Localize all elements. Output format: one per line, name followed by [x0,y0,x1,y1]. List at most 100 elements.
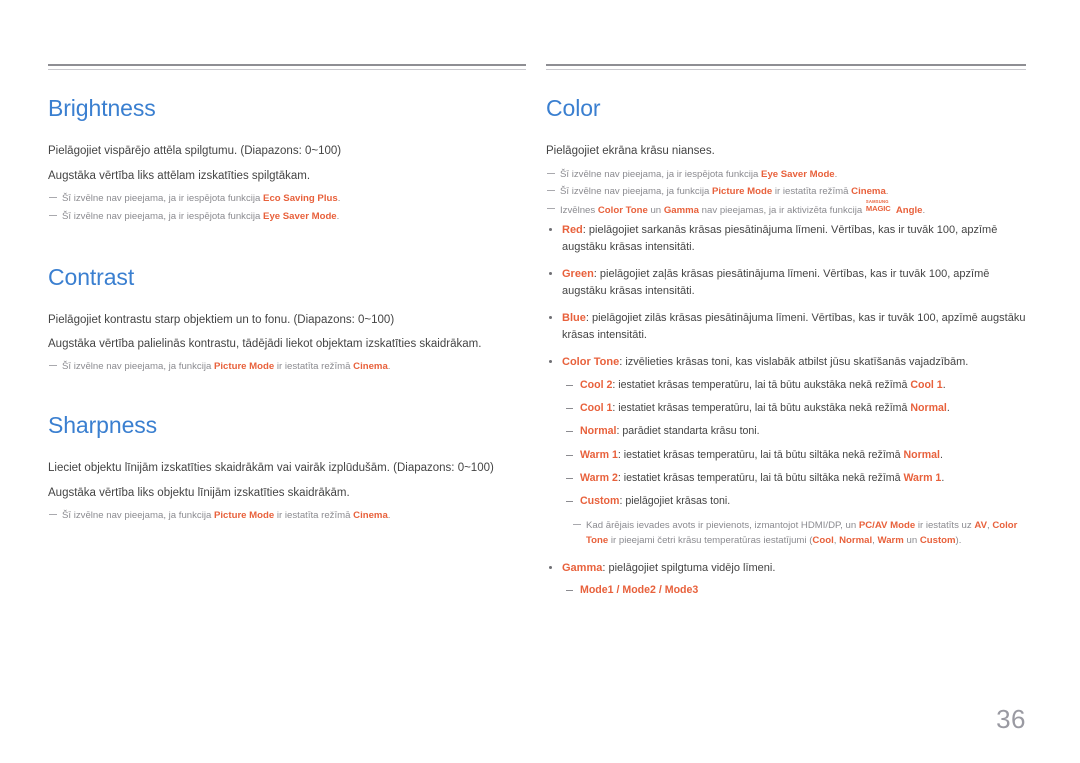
magic-wordmark: MAGIC [865,204,891,214]
sub-end-cool2: . [942,378,946,391]
section-rule-left [48,64,526,70]
sub-desc-warm2: : iestatiet krāsas temperatūru, lai tā b… [617,472,904,485]
ext-note-kw4: Cool [812,534,834,546]
brightness-notes: Šī izvēlne nav pieejama, ja ir iespējota… [48,192,526,225]
option-desc-blue: : pielāgojiet zilās krāsas piesātinājuma… [562,312,1026,341]
note-line-external-source: Kad ārējais ievades avots ir pievienots,… [562,519,1026,549]
note-keyword: Color Tone [597,205,648,217]
option-label-green: Green [562,268,594,281]
ext-note-kw5: Normal [839,534,873,546]
note-text-end: . [387,509,391,521]
note-keyword: Picture Mode [213,361,275,373]
list-item-blue: Blue: pielāgojiet zilās krāsas piesātinā… [546,310,1026,343]
page-number: 36 [996,704,1026,734]
note-text-end: . [337,192,341,204]
right-column: Color Pielāgojiet ekrāna krāsu nianses. … [546,64,1026,609]
section-brightness: Brightness Pielāgojiet vispārējo attēla … [48,95,526,225]
sub-label-warm1: Warm 1 [580,448,618,461]
sub-item-custom: Custom: pielāgojiet krāsas toni. [562,494,1026,509]
sub-desc-cool1: : iestatiet krāsas temperatūru, lai tā b… [612,401,911,414]
ext-note-p7: un [903,534,920,546]
note-text: Šī izvēlne nav pieejama, ja funkcija [62,361,214,373]
note-keyword-3: Angle [895,205,923,217]
sub-end-cool1: . [946,401,950,414]
ext-note-kw2: AV [974,519,987,531]
ext-note-p2: ir iestatīts uz [915,519,975,531]
note-keyword-2: Cinema [851,186,886,198]
sub-label-warm2: Warm 2 [580,472,618,485]
option-label-red: Red [562,224,583,237]
brightness-desc-1: Pielāgojiet vispārējo attēla spilgtumu. … [48,145,342,158]
sub-desc-cool2: : iestatiet krāsas temperatūru, lai tā b… [612,378,911,391]
sub-desc-warm1: : iestatiet krāsas temperatūru, lai tā b… [617,448,904,461]
note-keyword-2: Cinema [353,509,388,521]
sub-label-cool2: Cool 2 [580,378,613,391]
note-text: Šī izvēlne nav pieejama, ja ir iespējota… [62,192,264,204]
note-text-mid: ir iestatīta režīmā [274,361,354,373]
note-line: Šī izvēlne nav pieejama, ja funkcija Pic… [48,509,526,524]
note-text-end: . [336,210,340,222]
ext-note-kw6: Warm [877,534,904,546]
note-keyword: Eye Saver Mode [263,210,337,222]
color-tone-sublist: Cool 2: iestatiet krāsas temperatūru, la… [562,378,1026,510]
section-title-brightness: Brightness [48,95,156,121]
section-title-contrast: Contrast [48,263,135,290]
sub-ref-cool1: Normal [910,401,947,414]
note-text: Šī izvēlne nav pieejama, ja ir iespējota… [62,210,264,222]
gamma-sublist: Mode1 / Mode2 / Mode3 [562,583,1026,598]
note-text: Izvēlnes [560,205,598,217]
sub-ref-warm1: Normal [903,448,940,461]
sub-label-normal: Normal [580,425,617,438]
option-label-blue: Blue [562,312,586,325]
sub-item-cool1: Cool 1: iestatiet krāsas temperatūru, la… [562,401,1026,416]
note-keyword: Picture Mode [213,509,275,521]
ext-note-kw1: PC/AV Mode [858,519,916,531]
note-keyword-2: Cinema [353,361,388,373]
note-line: Šī izvēlne nav pieejama, ja ir iespējota… [546,168,1026,183]
section-rule-right [546,64,1026,70]
list-item-green: Green: pielāgojiet zaļās krāsas piesātin… [546,266,1026,299]
option-label-gamma: Gamma [562,561,603,574]
list-item-red: Red: pielāgojiet sarkanās krāsas piesāti… [546,222,1026,255]
note-line: Šī izvēlne nav pieejama, ja ir iespējota… [48,210,526,225]
section-title-sharpness: Sharpness [48,412,158,439]
note-text-mid: ir iestatīta režīmā [274,509,354,521]
sub-end-warm2: . [941,472,945,485]
note-text-end: . [885,186,889,198]
sharpness-desc-1: Lieciet objektu līnijām izskatīties skai… [48,462,494,475]
section-contrast: Contrast Pielāgojiet kontrastu starp obj… [48,263,526,376]
color-notes: Šī izvēlne nav pieejama, ja ir iespējota… [546,168,1026,220]
sub-item-normal: Normal: parādiet standarta krāsu toni. [562,424,1026,439]
left-column: Brightness Pielāgojiet vispārējo attēla … [48,64,526,527]
note-text-end: . [387,361,391,373]
list-item-gamma: Gamma: pielāgojiet spilgtuma vidējo līme… [546,560,1026,599]
note-line-magic-angle: Izvēlnes Color Tone un Gamma nav pieejam… [546,200,1026,219]
note-keyword: Eco Saving Plus [263,192,338,204]
note-text-mid-2: nav pieejamas, ja ir aktivizēta funkcija [699,205,865,217]
sub-ref-cool2: Cool 1 [910,378,943,391]
sub-desc-normal: : parādiet standarta krāsu toni. [616,425,760,438]
sub-label-cool1: Cool 1 [580,401,613,414]
note-text: Šī izvēlne nav pieejama, ja funkcija [62,509,214,521]
sub-item-warm1: Warm 1: iestatiet krāsas temperatūru, la… [562,448,1026,463]
note-text-end: . [834,168,838,180]
note-keyword-2: Gamma [663,205,700,217]
sub-desc-custom: : pielāgojiet krāsas toni. [619,495,731,508]
sub-item-warm2: Warm 2: iestatiet krāsas temperatūru, la… [562,471,1026,486]
manual-page: Brightness Pielāgojiet vispārējo attēla … [0,0,1080,763]
ext-note-p1: Kad ārējais ievades avots ir pievienots,… [586,519,859,531]
option-label-color-tone: Color Tone [562,356,620,369]
sub-item-cool2: Cool 2: iestatiet krāsas temperatūru, la… [562,378,1026,393]
brightness-desc-2: Augstāka vērtība liks attēlam izskatītie… [48,169,311,182]
note-text-mid: ir iestatīta režīmā [772,186,852,198]
sub-item-gamma-modes: Mode1 / Mode2 / Mode3 [562,583,1026,598]
ext-note-p8: ). [955,534,962,546]
section-sharpness: Sharpness Lieciet objektu līnijām izskat… [48,412,526,524]
option-desc-gamma: : pielāgojiet spilgtuma vidējo līmeni. [602,561,776,574]
note-line: Šī izvēlne nav pieejama, ja ir iespējota… [48,192,526,207]
option-desc-red: : pielāgojiet sarkanās krāsas piesātināj… [562,224,998,253]
note-keyword: Picture Mode [711,186,773,198]
section-color: Color Pielāgojiet ekrāna krāsu nianses. … [546,95,1026,599]
contrast-notes: Šī izvēlne nav pieejama, ja funkcija Pic… [48,360,526,375]
option-desc-color-tone: : izvēlieties krāsas toni, kas vislabāk … [619,356,969,369]
